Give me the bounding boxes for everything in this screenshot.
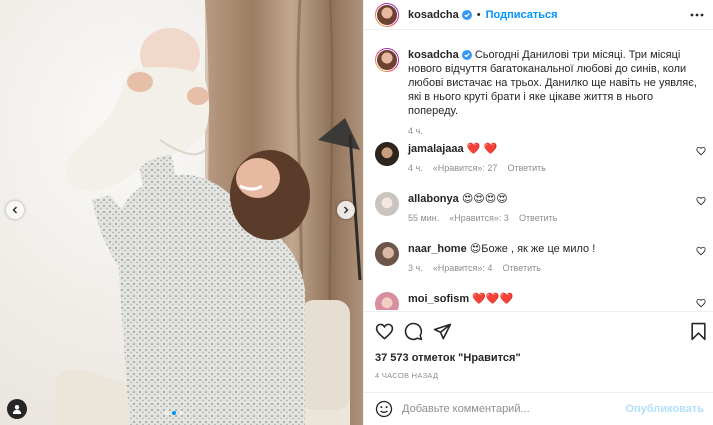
share-icon[interactable] [433, 322, 452, 341]
caption-avatar[interactable] [375, 48, 399, 72]
publish-button[interactable]: Опубликовать [625, 403, 704, 415]
comment-item: naar_home 😍Боже , як же це мило ! 3 ч. «… [375, 242, 705, 273]
heart-icon[interactable] [375, 322, 394, 341]
post-sidebar: kosadcha • Подписаться kosadcha Сьогодні [363, 0, 713, 425]
post-timestamp[interactable]: 4 ЧАСОВ НАЗАД [375, 371, 438, 380]
comment-username[interactable]: allabonya [408, 193, 459, 205]
comments-list[interactable]: kosadcha Сьогодні Данилові три місяці. Т… [364, 38, 713, 310]
author-avatar[interactable] [375, 2, 399, 27]
reply-button[interactable]: Ответить [507, 163, 545, 173]
comment-time[interactable]: 4 ч. [408, 163, 423, 173]
comment-likes[interactable]: «Нравится»: 27 [433, 163, 498, 173]
comment-avatar[interactable] [375, 142, 399, 166]
add-comment-bar: Опубликовать [364, 392, 713, 425]
reply-button[interactable]: Ответить [502, 263, 540, 273]
carousel-indicator [165, 411, 183, 415]
likes-count[interactable]: 37 573 отметок "Нравится" [375, 352, 521, 364]
comment-username[interactable]: moi_sofism [408, 293, 469, 305]
like-comment-heart-icon[interactable] [696, 246, 706, 256]
chevron-right-icon [344, 206, 349, 214]
photo-image [0, 0, 363, 425]
previous-photo-button[interactable] [6, 201, 24, 219]
post-photo[interactable] [0, 0, 363, 425]
comment-item: allabonya 😍😍😍😍 55 мин. «Нравится»: 3 Отв… [375, 192, 705, 223]
post-header: kosadcha • Подписаться [364, 0, 713, 30]
like-comment-heart-icon[interactable] [696, 146, 706, 156]
comment-text: 😍😍😍😍 [461, 193, 508, 205]
post-actions [364, 311, 713, 351]
verified-icon [461, 9, 472, 20]
carousel-dot-active [172, 411, 176, 415]
bookmark-icon[interactable] [690, 322, 707, 341]
post-caption: kosadcha Сьогодні Данилові три місяці. Т… [375, 48, 705, 138]
comment-likes[interactable]: «Нравится»: 3 [449, 213, 509, 223]
comment-text: ❤️❤️❤️ [472, 293, 514, 305]
comment-item: moi_sofism ❤️❤️❤️ [375, 292, 705, 310]
carousel-dot [165, 411, 169, 415]
reply-button[interactable]: Ответить [519, 213, 557, 223]
carousel-dot [179, 411, 183, 415]
comment-username[interactable]: jamalajaaa [408, 143, 464, 155]
chevron-left-icon [12, 206, 17, 214]
comment-text: 😍Боже , як же це мило ! [469, 243, 596, 255]
comment-time[interactable]: 55 мин. [408, 213, 439, 223]
comment-username[interactable]: naar_home [408, 243, 467, 255]
caption-body: kosadcha Сьогодні Данилові три місяці. Т… [408, 48, 698, 138]
verified-icon [461, 50, 472, 61]
comment-text: ❤️ ❤️ [466, 143, 498, 155]
caption-time[interactable]: 4 ч. [408, 124, 698, 138]
tagged-users-button[interactable] [7, 399, 27, 419]
like-comment-heart-icon[interactable] [696, 196, 706, 206]
post-dialog: kosadcha • Подписаться kosadcha Сьогодні [0, 0, 713, 425]
header-separator: • [476, 8, 481, 21]
next-photo-button[interactable] [337, 201, 355, 219]
comment-avatar[interactable] [375, 192, 399, 216]
like-comment-heart-icon[interactable] [696, 298, 706, 308]
comment-avatar[interactable] [375, 292, 399, 310]
comment-input[interactable] [402, 403, 632, 415]
comment-time[interactable]: 3 ч. [408, 263, 423, 273]
comment-avatar[interactable] [375, 242, 399, 266]
comment-icon[interactable] [404, 322, 423, 341]
caption-username[interactable]: kosadcha [408, 49, 459, 61]
author-username[interactable]: kosadcha [408, 9, 459, 21]
user-tag-icon [12, 405, 22, 414]
comment-item: jamalajaaa ❤️ ❤️ 4 ч. «Нравится»: 27 Отв… [375, 142, 705, 173]
emoji-icon[interactable] [375, 400, 393, 418]
comment-likes[interactable]: «Нравится»: 4 [433, 263, 493, 273]
more-icon[interactable] [690, 8, 704, 22]
follow-button[interactable]: Подписаться [486, 9, 558, 21]
